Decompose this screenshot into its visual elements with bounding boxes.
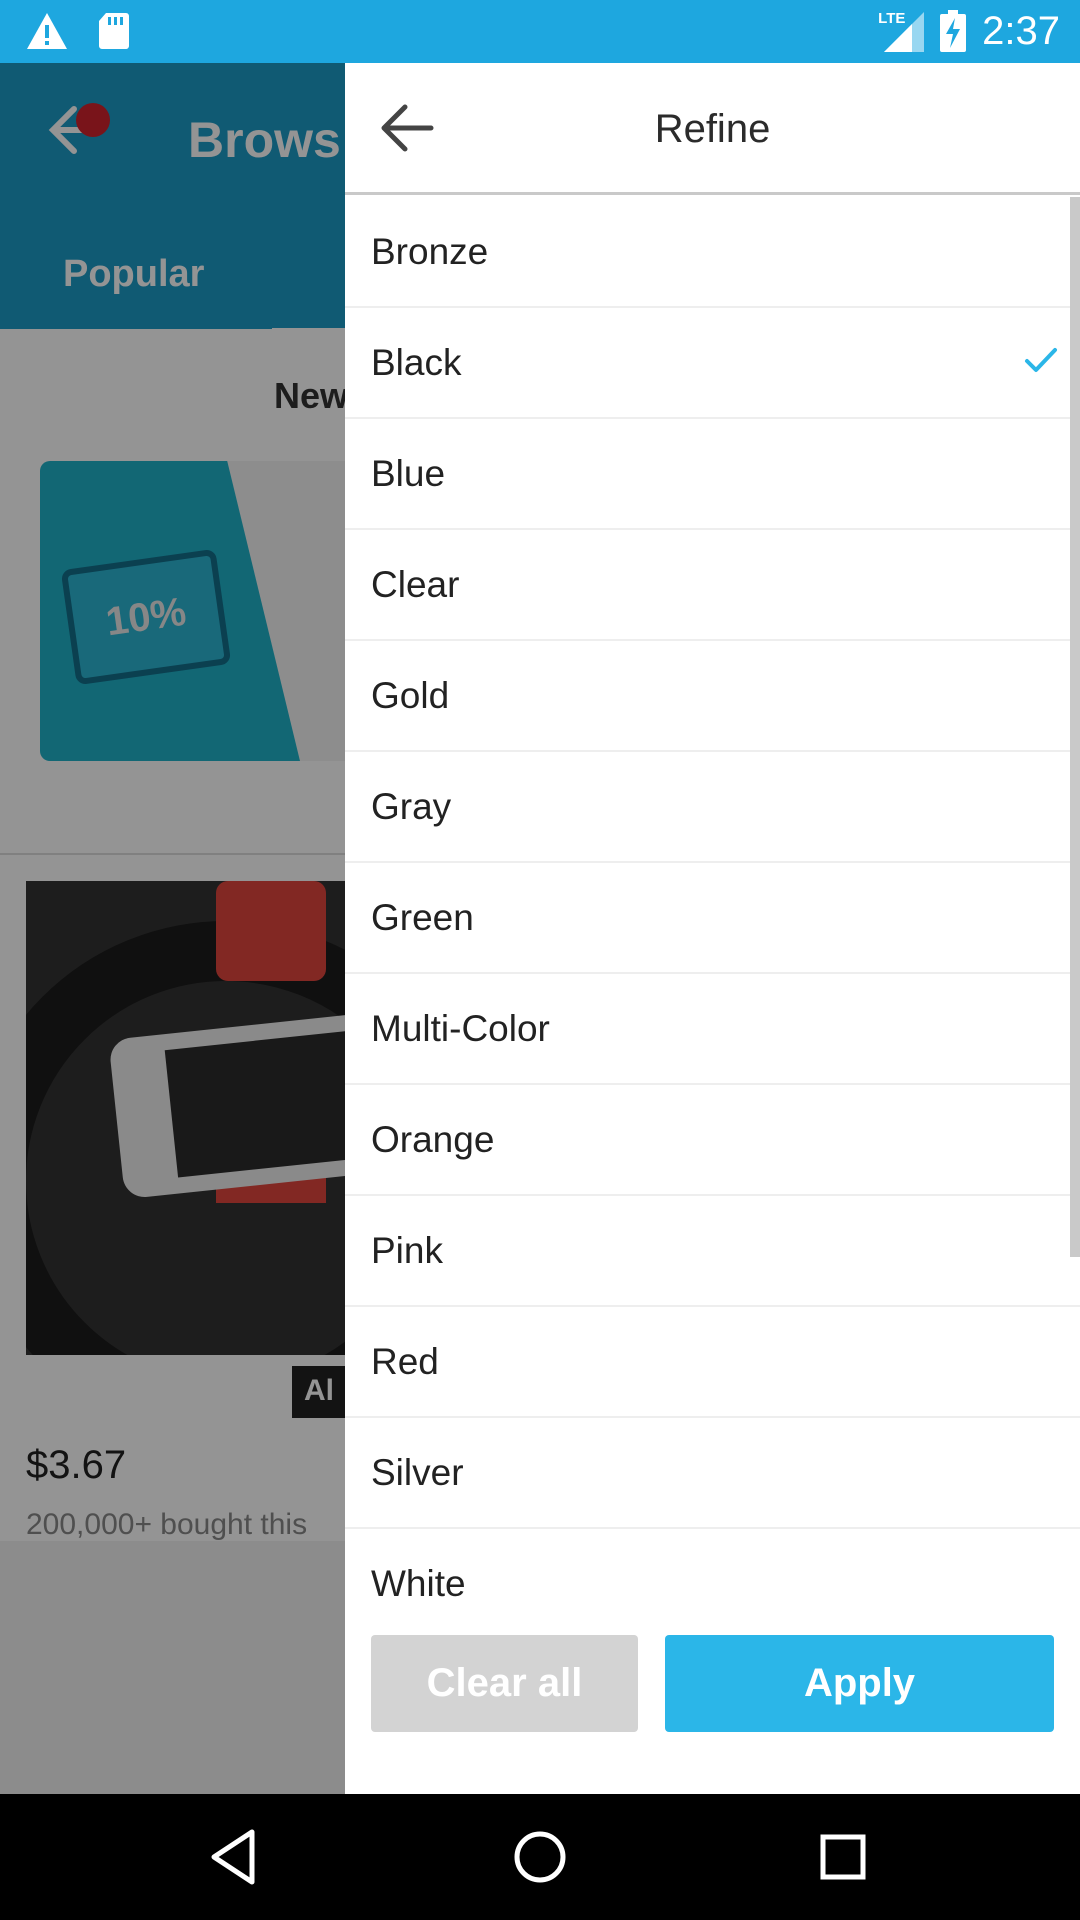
color-option[interactable]: Multi-Color [345, 974, 1080, 1085]
status-bar: LTE 2:37 [0, 0, 1080, 63]
refine-drawer: Refine Bronze Black Blue Clear Gold Gray Green… [345, 63, 1080, 1794]
color-option[interactable]: Gold [345, 641, 1080, 752]
color-option[interactable]: Red [345, 1307, 1080, 1418]
signal-icon: LTE [878, 8, 925, 54]
color-option-label: Bronze [371, 231, 489, 272]
back-triangle-icon[interactable] [202, 1824, 268, 1890]
recents-square-icon[interactable] [810, 1824, 876, 1890]
color-option[interactable]: Black [345, 308, 1080, 419]
color-option-label: Orange [371, 1119, 495, 1160]
color-option[interactable]: White [345, 1529, 1080, 1602]
color-option-label: Clear [371, 564, 460, 605]
color-option[interactable]: Bronze [345, 197, 1080, 308]
color-option-label: White [371, 1563, 466, 1602]
color-option-label: Gold [371, 675, 450, 716]
color-option[interactable]: Blue [345, 419, 1080, 530]
color-option-label: Silver [371, 1452, 464, 1493]
color-option[interactable]: Gray [345, 752, 1080, 863]
color-option-label: Red [371, 1341, 439, 1382]
system-nav-bar [0, 1794, 1080, 1920]
color-option[interactable]: Green [345, 863, 1080, 974]
checkmark-icon [1025, 348, 1057, 372]
color-option[interactable]: Clear [345, 530, 1080, 641]
color-option[interactable]: Orange [345, 1085, 1080, 1196]
sd-card-icon [99, 13, 129, 49]
warning-icon [27, 13, 67, 49]
color-option-label: Black [371, 342, 462, 383]
apply-button[interactable]: Apply [665, 1635, 1054, 1732]
color-option-label: Blue [371, 453, 446, 494]
color-option-label: Gray [371, 786, 452, 827]
color-option-label: Pink [371, 1230, 443, 1271]
color-option-label: Multi-Color [371, 1008, 550, 1049]
clock: 2:37 [982, 8, 1060, 53]
drawer-header: Refine [345, 63, 1080, 195]
color-option-label: Green [371, 897, 474, 938]
clear-all-button[interactable]: Clear all [371, 1635, 638, 1732]
color-option[interactable]: Silver [345, 1418, 1080, 1529]
home-circle-icon[interactable] [507, 1824, 573, 1890]
color-option[interactable]: Pink [345, 1196, 1080, 1307]
scrollbar[interactable] [1070, 197, 1080, 1257]
battery-charging-icon [940, 10, 967, 52]
color-option-list[interactable]: Bronze Black Blue Clear Gold Gray Green Multi-C… [345, 197, 1080, 1602]
drawer-title: Refine [654, 107, 771, 151]
